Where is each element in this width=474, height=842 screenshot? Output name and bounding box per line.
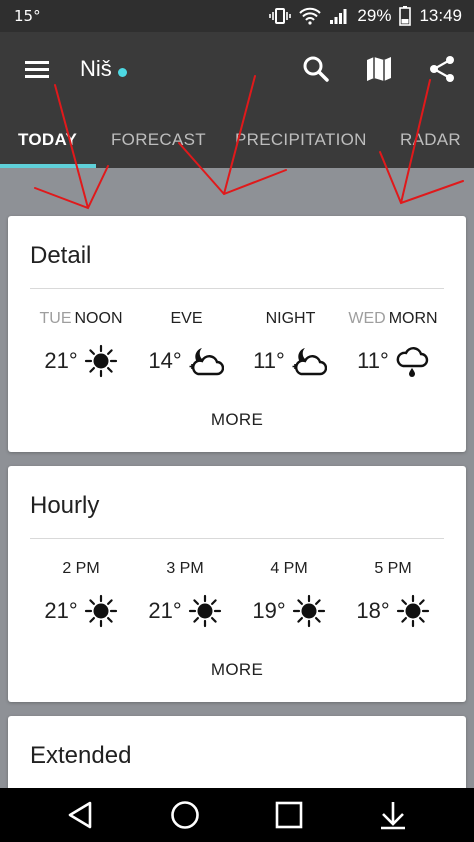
detail-column[interactable]: WED MORN 11°: [341, 310, 445, 378]
hour-label: 2 PM: [62, 560, 100, 577]
back-button[interactable]: [63, 798, 97, 832]
temperature: 11°: [357, 348, 389, 373]
sun-icon: [292, 594, 326, 628]
detail-more-button[interactable]: MORE: [8, 410, 466, 430]
hourly-column[interactable]: 5 PM 18°: [341, 560, 445, 628]
hourly-columns: 2 PM 21° 3 PM 21° 4 PM 19° 5 PM 18°: [8, 560, 466, 628]
card-divider: [30, 288, 444, 289]
hourly-column[interactable]: 2 PM 21°: [29, 560, 133, 628]
detail-column[interactable]: EVE 14°: [133, 310, 237, 378]
detail-column[interactable]: NIGHT 11°: [237, 310, 341, 378]
hour-label: 4 PM: [270, 560, 308, 577]
hourly-more-button[interactable]: MORE: [8, 660, 466, 680]
temperature: 11°: [253, 348, 285, 373]
partly-cloudy-night-icon: [291, 344, 327, 378]
status-bar: 15° 29% 13:49: [0, 0, 474, 32]
share-icon: [430, 56, 454, 82]
download-button[interactable]: [376, 798, 410, 832]
day-label: WED: [348, 310, 386, 327]
tab-today[interactable]: TODAY: [18, 130, 77, 150]
toolbar: Niš: [0, 32, 474, 104]
hourly-column[interactable]: 3 PM 21°: [133, 560, 237, 628]
search-icon: [303, 56, 329, 82]
status-temperature: 15°: [14, 7, 41, 25]
sun-icon: [84, 344, 118, 378]
search-button[interactable]: [301, 54, 331, 84]
period-label: EVE: [170, 310, 203, 327]
card-title: Detail: [30, 242, 92, 269]
period-label: NIGHT: [265, 310, 316, 327]
wifi-icon: [299, 7, 322, 25]
temperature: 14°: [148, 348, 182, 373]
temperature: 19°: [252, 598, 286, 623]
home-button[interactable]: [168, 798, 202, 832]
download-icon: [381, 802, 405, 830]
recents-button[interactable]: [272, 798, 306, 832]
battery-percent: 29%: [357, 6, 392, 25]
period-label: MORN: [388, 310, 438, 327]
content-area[interactable]: Detail TUE NOON 21° EVE 14° NIGHT 11° WE…: [0, 168, 474, 788]
temperature: 21°: [44, 348, 78, 373]
tab-bar: TODAY FORECAST PRECIPITATION RADAR: [0, 104, 474, 168]
sun-icon: [188, 594, 222, 628]
detail-columns: TUE NOON 21° EVE 14° NIGHT 11° WED MORN …: [8, 310, 466, 378]
menu-icon: [25, 61, 49, 78]
hourly-card: Hourly 2 PM 21° 3 PM 21° 4 PM 19° 5 PM 1…: [8, 466, 466, 702]
navigation-bar: [0, 788, 474, 842]
detail-column[interactable]: TUE NOON 21°: [29, 310, 133, 378]
tab-forecast[interactable]: FORECAST: [111, 130, 206, 150]
day-label: TUE: [39, 310, 72, 327]
hour-label: 3 PM: [166, 560, 204, 577]
extended-card: Extended: [8, 716, 466, 788]
tab-radar[interactable]: RADAR: [400, 130, 461, 150]
temperature: 21°: [44, 598, 78, 623]
status-time: 13:49: [419, 6, 462, 25]
temperature: 21°: [148, 598, 182, 623]
app-bar: Niš TODAY FORECAST PRECIPITATION RADAR: [0, 32, 474, 168]
period-label: NOON: [74, 310, 123, 327]
rain-cloud-icon: [395, 344, 429, 378]
partly-cloudy-night-icon: [188, 344, 224, 378]
tab-precipitation[interactable]: PRECIPITATION: [235, 130, 367, 150]
back-icon: [68, 801, 92, 829]
battery-icon: [399, 6, 412, 26]
share-button[interactable]: [427, 54, 457, 84]
status-icons: 29% 13:49: [269, 6, 462, 26]
location-dot-icon: [117, 67, 127, 77]
city-selector[interactable]: Niš: [80, 56, 127, 82]
vibrate-icon: [269, 7, 292, 25]
map-icon: [367, 57, 391, 81]
sun-icon: [84, 594, 118, 628]
hour-label: 5 PM: [374, 560, 412, 577]
card-divider: [30, 538, 444, 539]
hourly-column[interactable]: 4 PM 19°: [237, 560, 341, 628]
city-name: Niš: [80, 56, 112, 81]
recents-icon: [275, 801, 303, 829]
sun-icon: [396, 594, 430, 628]
detail-card: Detail TUE NOON 21° EVE 14° NIGHT 11° WE…: [8, 216, 466, 452]
card-title: Hourly: [30, 492, 100, 519]
map-button[interactable]: [364, 54, 394, 84]
card-title: Extended: [30, 742, 132, 769]
signal-icon: [329, 7, 349, 25]
temperature: 18°: [356, 598, 390, 623]
menu-button[interactable]: [22, 54, 52, 84]
home-icon: [171, 801, 199, 829]
